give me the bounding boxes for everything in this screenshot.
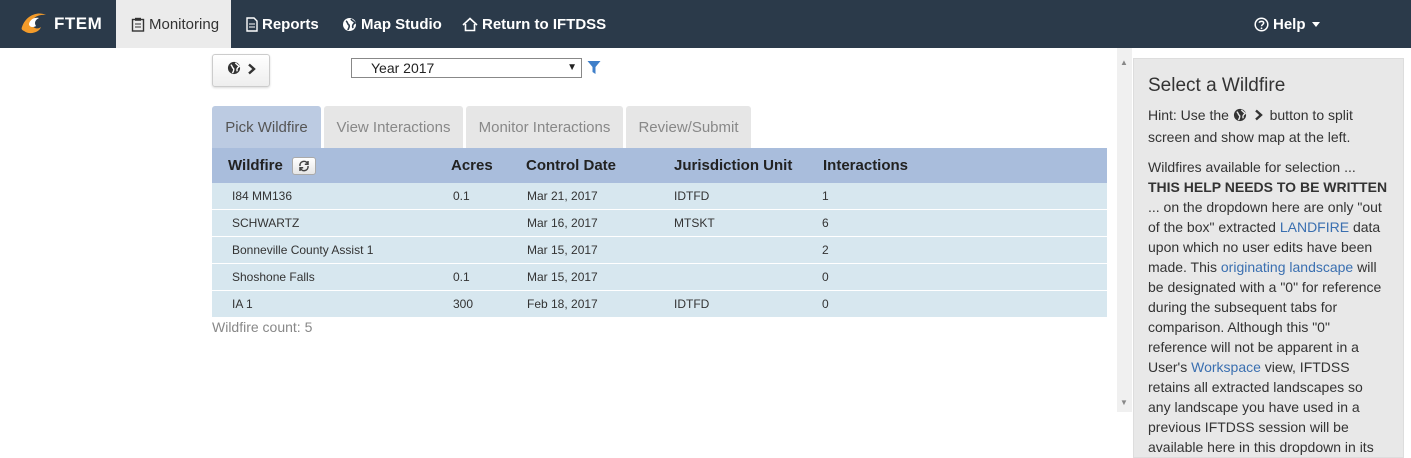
- cell-interactions: 0: [822, 270, 829, 284]
- help-body-c: will be designated with a "0" for refere…: [1148, 259, 1382, 375]
- column-header-interactions[interactable]: Interactions: [823, 148, 908, 183]
- cell-control-date: Mar 16, 2017: [527, 216, 598, 230]
- link-workspace[interactable]: Workspace: [1191, 359, 1261, 375]
- cell-wildfire: IA 1: [232, 297, 253, 311]
- cell-jurisdiction-unit: MTSKT: [674, 216, 715, 230]
- column-header-control-date[interactable]: Control Date: [526, 148, 616, 183]
- tab-monitor-interactions[interactable]: Monitor Interactions: [466, 106, 623, 148]
- nav-return-iftdss-label: Return to IFTDSS: [482, 15, 607, 33]
- split-screen-map-button[interactable]: [212, 54, 270, 87]
- flame-logo-icon: [18, 9, 48, 40]
- tab-label: Pick Wildfire: [225, 118, 308, 136]
- top-navbar: FTEM Monitoring Reports Map Studio Retur…: [0, 0, 1411, 48]
- table-row[interactable]: I84 MM136 0.1 Mar 21, 2017 IDTFD 1: [212, 183, 1107, 210]
- brand-name: FTEM: [54, 14, 103, 33]
- cell-acres: 300: [453, 297, 474, 311]
- help-menu[interactable]: Help: [1254, 0, 1320, 48]
- cell-acres: 0.1: [453, 189, 470, 203]
- tab-view-interactions[interactable]: View Interactions: [324, 106, 463, 148]
- wildfire-table-body: I84 MM136 0.1 Mar 21, 2017 IDTFD 1 SCHWA…: [212, 183, 1107, 318]
- tab-label: View Interactions: [336, 118, 451, 136]
- cell-wildfire: SCHWARTZ: [232, 216, 300, 230]
- cell-control-date: Mar 15, 2017: [527, 270, 598, 284]
- cell-interactions: 2: [822, 243, 829, 257]
- refresh-button[interactable]: [291, 156, 316, 175]
- document-icon: [246, 16, 258, 32]
- nav-map-studio[interactable]: Map Studio: [342, 0, 442, 48]
- help-panel: Select a Wildfire Hint: Use the button t…: [1133, 58, 1404, 458]
- link-landfire[interactable]: LANDFIRE: [1280, 219, 1349, 235]
- help-label: Help: [1273, 15, 1306, 33]
- tab-label: Monitor Interactions: [478, 118, 611, 136]
- cell-interactions: 1: [822, 189, 829, 203]
- caret-down-icon: [1311, 21, 1320, 27]
- cell-control-date: Mar 21, 2017: [527, 189, 598, 203]
- cell-jurisdiction-unit: IDTFD: [674, 189, 710, 203]
- wildfire-count: Wildfire count: 5: [212, 319, 313, 335]
- year-select[interactable]: Year 2017 ▼: [351, 58, 582, 78]
- table-row[interactable]: IA 1 300 Feb 18, 2017 IDTFD 0: [212, 291, 1107, 318]
- column-header-wildfire[interactable]: Wildfire: [228, 148, 316, 183]
- dropdown-arrow-icon: ▼: [567, 62, 577, 73]
- column-header-acres[interactable]: Acres: [451, 148, 493, 183]
- chevron-right-icon: [247, 62, 256, 80]
- cell-wildfire: Bonneville County Assist 1: [232, 243, 374, 257]
- nav-monitoring-label: Monitoring: [149, 15, 220, 33]
- clipboard-icon: [131, 17, 145, 32]
- tab-review-submit[interactable]: Review/Submit: [626, 106, 751, 148]
- link-originating-landscape[interactable]: originating landscape: [1221, 259, 1353, 275]
- cell-interactions: 0: [822, 297, 829, 311]
- nav-map-studio-label: Map Studio: [361, 15, 442, 33]
- cell-acres: 0.1: [453, 270, 470, 284]
- globe-icon: [227, 61, 241, 80]
- cell-wildfire: Shoshone Falls: [232, 270, 315, 284]
- column-header-label: Wildfire: [228, 157, 283, 174]
- help-hint-prefix: Hint: Use the: [1148, 107, 1229, 123]
- help-title: Select a Wildfire: [1148, 75, 1286, 96]
- tab-pick-wildfire[interactable]: Pick Wildfire: [212, 106, 321, 148]
- help-hint: Hint: Use the button to split screen and…: [1148, 105, 1389, 147]
- table-row[interactable]: Shoshone Falls 0.1 Mar 15, 2017 0: [212, 264, 1107, 291]
- nav-monitoring[interactable]: Monitoring: [116, 0, 231, 48]
- chevron-right-icon: [1254, 106, 1263, 126]
- filter-icon[interactable]: [587, 60, 601, 80]
- question-circle-icon: [1254, 16, 1269, 32]
- cell-control-date: Feb 18, 2017: [527, 297, 598, 311]
- globe-icon: [342, 17, 357, 32]
- scroll-down-arrow-icon[interactable]: ▼: [1120, 398, 1128, 407]
- wildfire-table-header: Wildfire Acres Control Date Jurisdiction…: [212, 148, 1107, 183]
- nav-reports-label: Reports: [262, 15, 319, 33]
- cell-wildfire: I84 MM136: [232, 189, 293, 203]
- tab-label: Review/Submit: [638, 118, 739, 136]
- column-header-jurisdiction-unit[interactable]: Jurisdiction Unit: [674, 148, 792, 183]
- year-select-value: Year 2017: [371, 60, 435, 76]
- cell-interactions: 6: [822, 216, 829, 230]
- help-body-bold: THIS HELP NEEDS TO BE WRITTEN: [1148, 179, 1388, 195]
- cell-jurisdiction-unit: IDTFD: [674, 297, 710, 311]
- refresh-icon: [298, 160, 310, 172]
- table-row[interactable]: Bonneville County Assist 1 Mar 15, 2017 …: [212, 237, 1107, 264]
- vertical-scrollbar[interactable]: ▲ ▼: [1117, 48, 1132, 412]
- nav-reports[interactable]: Reports: [246, 0, 319, 48]
- help-body: Wildfires available for selection ... TH…: [1148, 157, 1389, 457]
- home-icon: [462, 16, 478, 32]
- brand[interactable]: FTEM: [18, 0, 102, 48]
- globe-icon: [1233, 107, 1247, 127]
- scroll-up-arrow-icon[interactable]: ▲: [1120, 58, 1128, 67]
- cell-control-date: Mar 15, 2017: [527, 243, 598, 257]
- table-row[interactable]: SCHWARTZ Mar 16, 2017 MTSKT 6: [212, 210, 1107, 237]
- nav-return-iftdss[interactable]: Return to IFTDSS: [462, 0, 606, 48]
- help-body-start: Wildfires available for selection ...: [1148, 159, 1356, 175]
